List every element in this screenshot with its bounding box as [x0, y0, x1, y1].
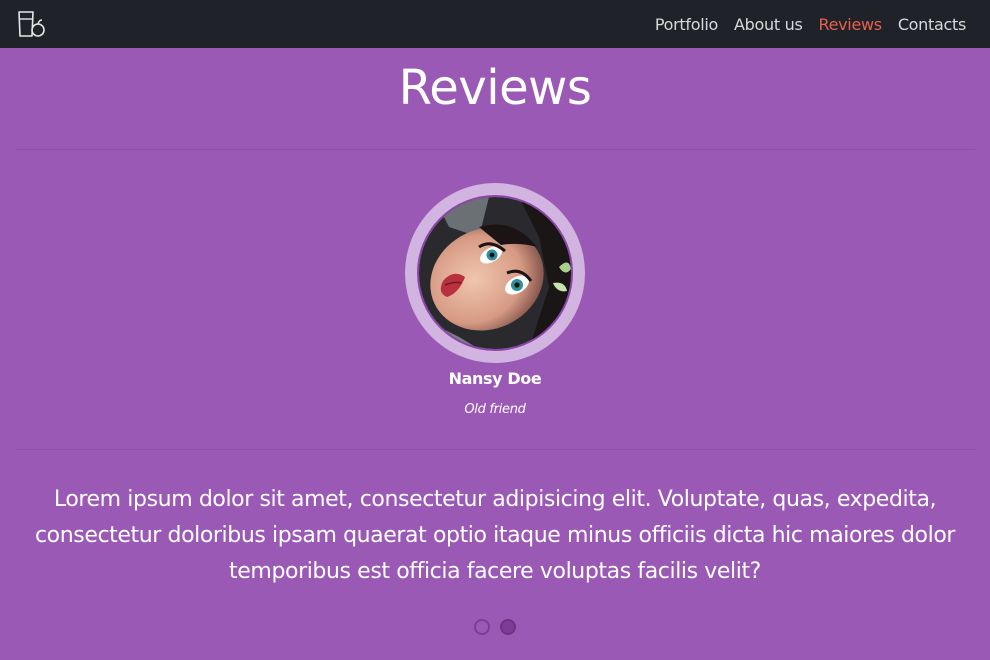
top-navbar: Portfolio About us Reviews Contacts: [0, 0, 990, 48]
carousel-dot-1[interactable]: [474, 619, 490, 635]
section-title: Reviews: [398, 60, 592, 116]
nav-link-portfolio[interactable]: Portfolio: [655, 15, 718, 34]
reviewer-avatar: [417, 195, 573, 351]
carousel-pagination: [474, 619, 526, 635]
top-divider: [15, 149, 975, 150]
reviewer-portrait: [419, 197, 571, 349]
carousel-dot-2[interactable]: [500, 619, 516, 635]
nav-link-reviews[interactable]: Reviews: [818, 15, 882, 34]
nav-link-contacts[interactable]: Contacts: [898, 15, 966, 34]
bottom-divider: [15, 449, 975, 450]
review-text: Lorem ipsum dolor sit amet, consectetur …: [34, 487, 956, 584]
reviewer-name: Nansy Doe: [448, 369, 542, 388]
nav-menu: Portfolio About us Reviews Contacts: [639, 0, 966, 48]
avatar-frame: [405, 183, 585, 363]
reviewer-role: Old friend: [464, 402, 526, 417]
nav-link-about-us[interactable]: About us: [734, 15, 803, 34]
glass-apple-logo-icon[interactable]: [16, 9, 48, 39]
